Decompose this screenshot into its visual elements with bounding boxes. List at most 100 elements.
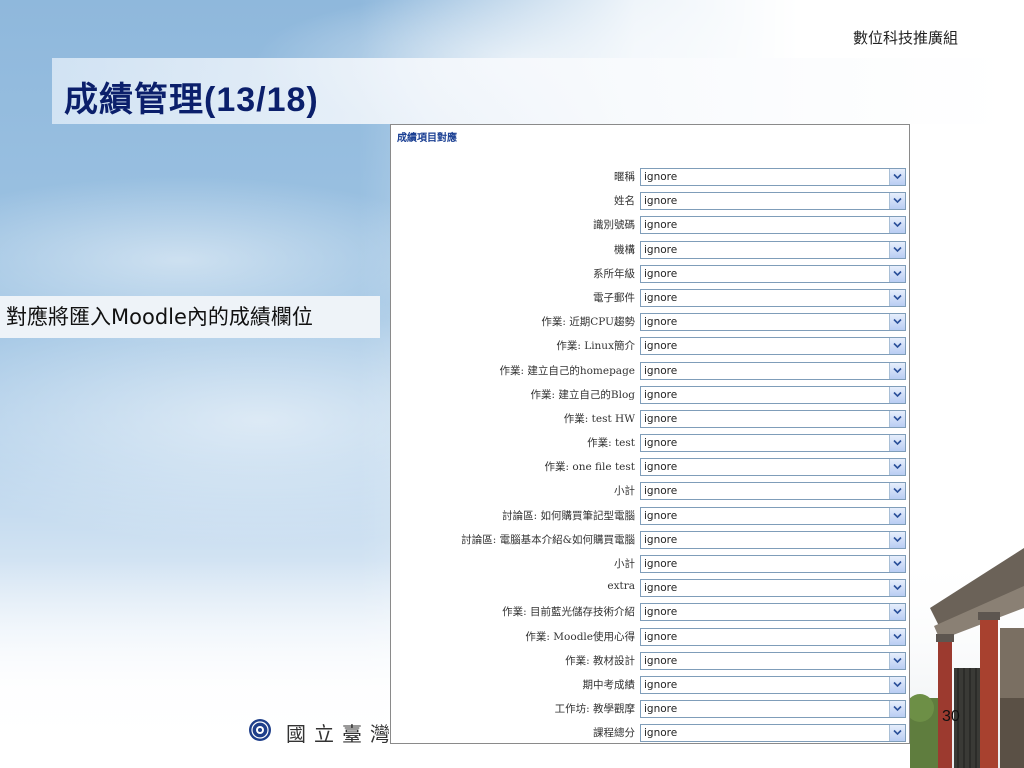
dropdown-button[interactable]: [889, 217, 905, 234]
mapping-select[interactable]: ignore: [640, 530, 906, 549]
mapping-select-value: ignore: [644, 727, 678, 740]
chevron-down-icon: [893, 730, 902, 736]
mapping-row: 小計 ignore: [391, 553, 911, 577]
mapping-select[interactable]: ignore: [640, 555, 906, 573]
dropdown-button[interactable]: [889, 459, 905, 476]
mapping-select-value: ignore: [644, 703, 678, 716]
mapping-row-label: 作業: 目前藍光儲存技術介紹: [502, 606, 635, 619]
grade-mapping-panel: 成績項目對應 暱稱 ignore 姓名 ignore 識別號碼 ignore 機構 ignor…: [390, 124, 910, 744]
dropdown-button[interactable]: [889, 531, 905, 548]
mapping-select[interactable]: ignore: [640, 168, 906, 186]
mapping-select[interactable]: ignore: [640, 216, 906, 235]
mapping-row: 作業: 建立自己的Blog ignore: [391, 384, 911, 408]
mapping-row: 作業: 建立自己的homepage ignore: [391, 360, 911, 384]
dropdown-button[interactable]: [889, 193, 905, 210]
dropdown-button[interactable]: [889, 507, 905, 524]
mapping-row-label: 作業: Moodle使用心得: [525, 630, 635, 643]
mapping-select[interactable]: ignore: [640, 603, 906, 622]
slide-title: 成績管理(13/18): [64, 81, 319, 119]
mapping-select[interactable]: ignore: [640, 458, 906, 477]
mapping-row-label: 作業: Linux簡介: [556, 340, 635, 353]
mapping-select[interactable]: ignore: [640, 192, 906, 211]
mapping-select[interactable]: ignore: [640, 506, 906, 525]
mapping-select-value: ignore: [644, 558, 678, 570]
mapping-select[interactable]: ignore: [640, 579, 906, 598]
dropdown-button[interactable]: [889, 265, 905, 282]
dropdown-button[interactable]: [889, 386, 905, 403]
mapping-row: 電子郵件 ignore: [391, 287, 911, 311]
mapping-select[interactable]: ignore: [640, 627, 906, 646]
mapping-select[interactable]: ignore: [640, 700, 906, 719]
mapping-row-label: 小計: [614, 485, 635, 498]
mapping-select-value: ignore: [644, 582, 678, 595]
mapping-select[interactable]: ignore: [640, 724, 906, 743]
mapping-select-value: ignore: [644, 412, 678, 425]
mapping-select[interactable]: ignore: [640, 264, 906, 283]
dropdown-button[interactable]: [889, 701, 905, 718]
mapping-select[interactable]: ignore: [640, 288, 906, 307]
mapping-rows: 暱稱 ignore 姓名 ignore 識別號碼 ignore 機構 ignore 系所年級 ig…: [391, 166, 911, 747]
mapping-row: 課程總分 ignore: [391, 722, 911, 746]
mapping-select-value: ignore: [644, 171, 678, 183]
mapping-row: 作業: test ignore: [391, 432, 911, 456]
mapping-select-value: ignore: [644, 219, 678, 232]
mapping-row: 討論區: 電腦基本介紹&如何購買電腦 ignore: [391, 529, 911, 553]
mapping-row: 作業: 目前藍光儲存技術介紹 ignore: [391, 601, 911, 625]
mapping-row-label: 機構: [614, 243, 635, 256]
dropdown-button[interactable]: [889, 556, 905, 572]
mapping-select[interactable]: ignore: [640, 361, 906, 380]
mapping-select-value: ignore: [644, 678, 678, 691]
dropdown-button[interactable]: [889, 604, 905, 621]
mapping-select-value: ignore: [644, 195, 678, 208]
dropdown-button[interactable]: [889, 241, 905, 258]
mapping-select[interactable]: ignore: [640, 385, 906, 404]
dropdown-button[interactable]: [889, 435, 905, 452]
mapping-select[interactable]: ignore: [640, 409, 906, 428]
chevron-down-icon: [893, 560, 902, 567]
page-number: 30: [942, 708, 960, 725]
dropdown-button[interactable]: [889, 580, 905, 597]
mapping-select[interactable]: ignore: [640, 675, 906, 694]
chevron-down-icon: [893, 536, 902, 542]
mapping-select[interactable]: ignore: [640, 337, 906, 356]
mapping-row-label: 識別號碼: [593, 219, 635, 232]
mapping-select[interactable]: ignore: [640, 313, 906, 332]
mapping-row: 作業: test HW ignore: [391, 408, 911, 432]
mapping-row: 系所年級 ignore: [391, 263, 911, 287]
mapping-row-label: 作業: one file test: [544, 461, 635, 474]
dropdown-button[interactable]: [889, 628, 905, 645]
mapping-select[interactable]: ignore: [640, 434, 906, 453]
mapping-select[interactable]: ignore: [640, 482, 906, 501]
dropdown-button[interactable]: [889, 338, 905, 355]
chevron-down-icon: [893, 488, 902, 494]
chevron-down-icon: [893, 706, 902, 712]
dropdown-button[interactable]: [889, 289, 905, 306]
dropdown-button[interactable]: [889, 725, 905, 742]
chevron-down-icon: [893, 633, 902, 639]
dropdown-button[interactable]: [889, 652, 905, 669]
dropdown-button[interactable]: [889, 410, 905, 427]
mapping-select-value: ignore: [644, 533, 678, 546]
chevron-down-icon: [893, 657, 902, 663]
chevron-down-icon: [893, 367, 902, 373]
mapping-row-label: 作業: test: [587, 437, 635, 450]
mapping-row-label: 討論區: 電腦基本介紹&如何購買電腦: [461, 533, 635, 546]
dropdown-button[interactable]: [889, 169, 905, 185]
chevron-down-icon: [893, 270, 902, 276]
dropdown-button[interactable]: [889, 362, 905, 379]
dropdown-button[interactable]: [889, 314, 905, 331]
dropdown-button[interactable]: [889, 676, 905, 693]
mapping-row-label: 作業: 建立自己的Blog: [530, 388, 636, 401]
chevron-down-icon: [893, 222, 902, 228]
mapping-select-value: ignore: [644, 388, 678, 401]
mapping-row: extra ignore: [391, 577, 911, 601]
mapping-select-value: ignore: [644, 340, 678, 353]
mapping-select-value: ignore: [644, 606, 678, 619]
dropdown-button[interactable]: [889, 483, 905, 500]
chevron-down-icon: [893, 343, 902, 349]
mapping-select-value: ignore: [644, 243, 678, 256]
mapping-row: 機構 ignore: [391, 239, 911, 263]
mapping-select[interactable]: ignore: [640, 651, 906, 670]
chevron-down-icon: [893, 681, 902, 688]
mapping-select[interactable]: ignore: [640, 240, 906, 259]
